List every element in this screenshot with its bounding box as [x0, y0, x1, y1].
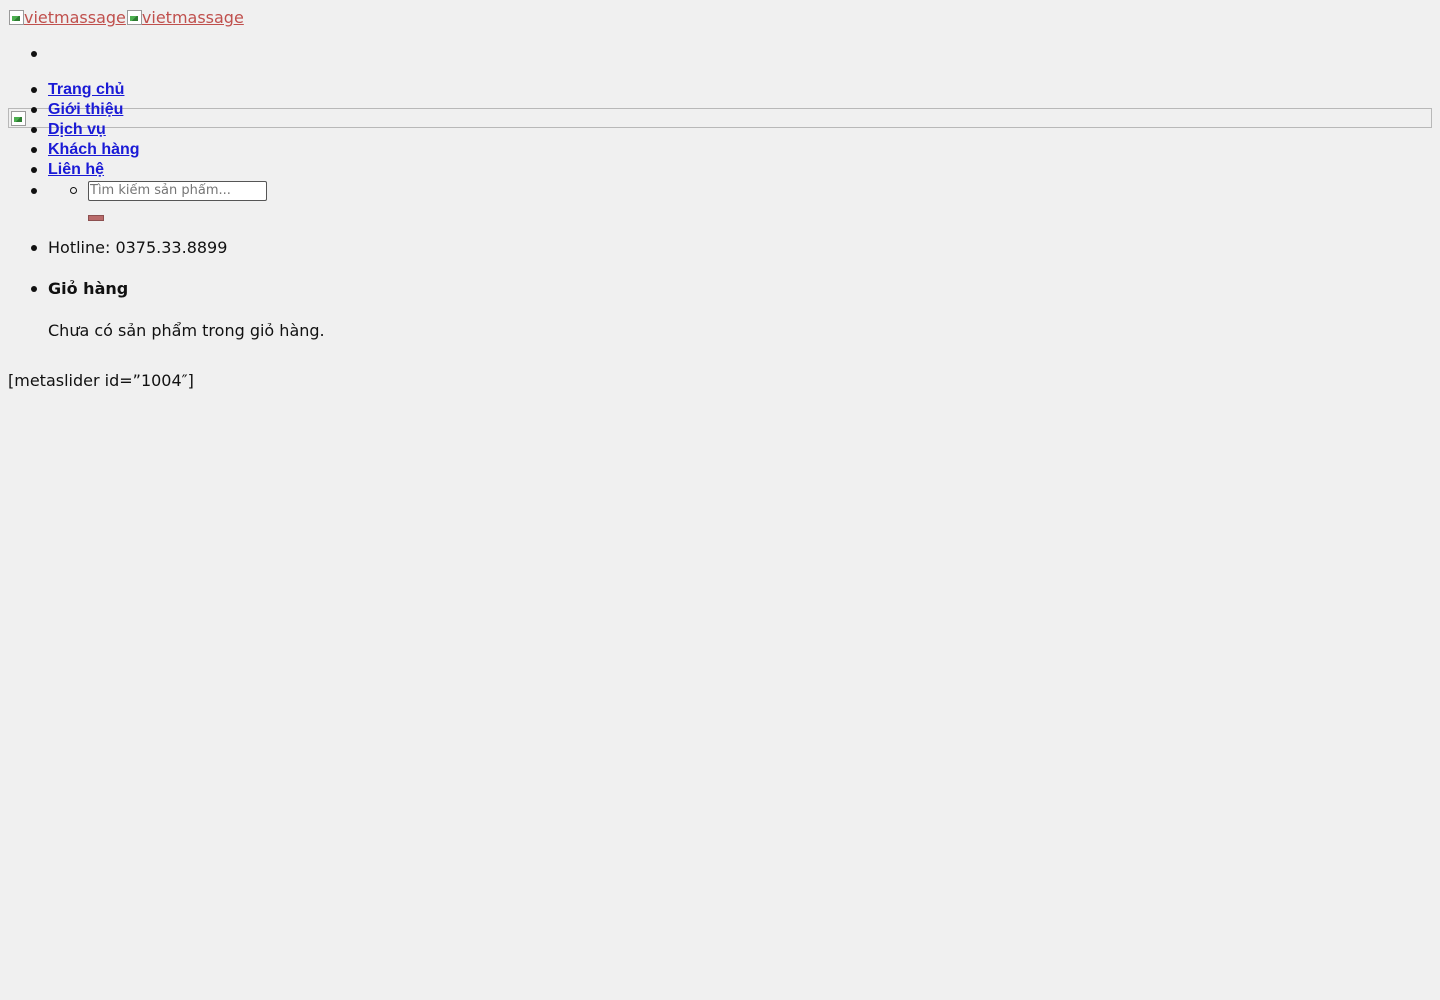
- list-bullet: [31, 286, 37, 292]
- logo-row: vietmassage vietmassage: [8, 8, 244, 28]
- cart-empty-message: Chưa có sản phẩm trong giỏ hàng.: [48, 321, 325, 340]
- metaslider-shortcode-text: [metaslider id=”1004″]: [8, 371, 194, 390]
- site-logo-sticky-link[interactable]: vietmassage: [126, 8, 244, 27]
- list-bullet: [31, 107, 37, 113]
- broken-image-icon: [10, 110, 26, 126]
- logo-alt-text: vietmassage: [24, 8, 126, 27]
- list-bullet: [31, 167, 37, 173]
- nav-item-khach-hang[interactable]: Khách hàng: [48, 140, 140, 160]
- list-bullet: [31, 51, 37, 57]
- broken-image-icon: [126, 9, 142, 25]
- broken-image-icon: [8, 9, 24, 25]
- list-bullet: [31, 245, 37, 251]
- cart-title: Giỏ hàng: [48, 279, 129, 298]
- list-bullet: [31, 147, 37, 153]
- hotline-text: Hotline: 0375.33.8899: [48, 238, 228, 257]
- list-bullet: [31, 87, 37, 93]
- nav-item-gioi-thieu[interactable]: Giới thiệu: [48, 100, 123, 120]
- nav-item-dich-vu[interactable]: Dịch vụ: [48, 120, 106, 140]
- list-bullet: [31, 188, 37, 194]
- banner-image-frame: [8, 108, 1432, 128]
- search-input[interactable]: [88, 181, 267, 201]
- list-bullet: [31, 127, 37, 133]
- site-logo-link[interactable]: vietmassage: [8, 8, 126, 27]
- logo-sticky-alt-text: vietmassage: [141, 8, 244, 27]
- nav-item-trang-chu[interactable]: Trang chủ: [48, 80, 124, 100]
- nav-item-lien-he[interactable]: Liên hệ: [48, 160, 104, 180]
- search-submit-button[interactable]: [88, 215, 104, 221]
- page: vietmassage vietmassage Trang chủ Giới th…: [0, 0, 1440, 1000]
- sublist-bullet: [70, 187, 77, 194]
